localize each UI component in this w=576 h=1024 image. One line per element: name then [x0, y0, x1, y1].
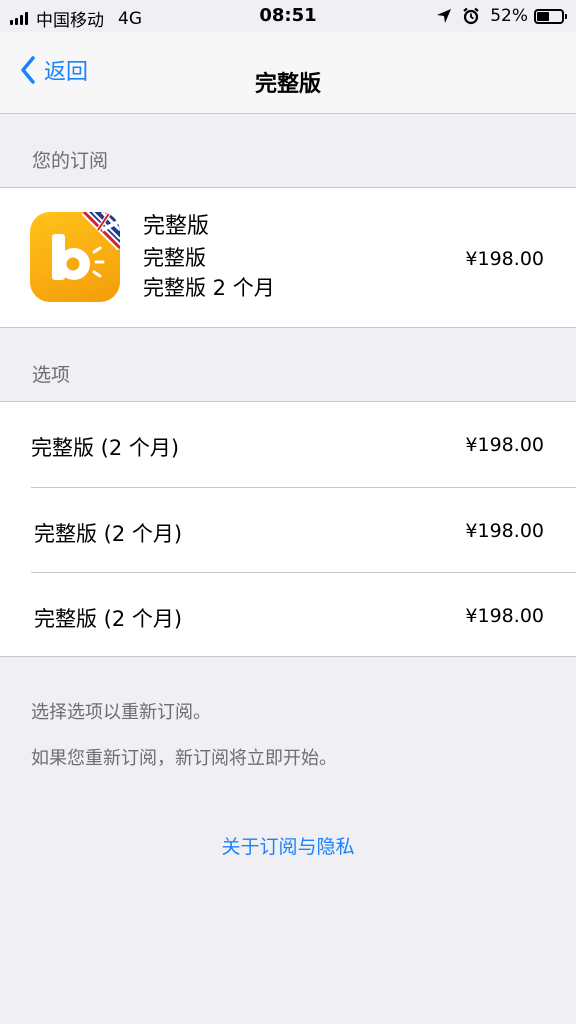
option-price: ¥198.00 [465, 434, 544, 456]
option-row[interactable]: 完整版 (2 个月) ¥198.00 [0, 488, 576, 573]
option-price: ¥198.00 [465, 605, 544, 627]
subscription-plan: 完整版 [143, 245, 206, 270]
subscription-duration: 完整版 2 个月 [143, 276, 275, 300]
battery-icon [534, 8, 567, 24]
location-arrow-icon [437, 9, 452, 23]
option-row[interactable]: 完整版 (2 个月) ¥198.00 [0, 573, 576, 658]
option-label: 完整版 (2 个月) [34, 607, 183, 631]
section-header-options: 选项 [32, 364, 71, 386]
option-row[interactable]: 完整版 (2 个月) ¥198.00 [0, 402, 576, 487]
option-label: 完整版 (2 个月) [31, 436, 180, 460]
uk-flag-icon [81, 212, 120, 251]
battery-percent: 52% [490, 6, 528, 26]
option-label: 完整版 (2 个月) [34, 522, 183, 546]
page-title: 完整版 [254, 72, 321, 97]
resubscribe-note: 如果您重新订阅，新订阅将立即开始。 [31, 748, 337, 769]
subscription-price: ¥198.00 [465, 248, 544, 270]
section-header-subscription: 您的订阅 [32, 150, 109, 172]
privacy-link[interactable]: 关于订阅与隐私 [0, 832, 576, 859]
battery-fill [537, 11, 550, 21]
resubscribe-hint: 选择选项以重新订阅。 [31, 702, 211, 723]
battery-cap [565, 13, 567, 19]
option-price: ¥198.00 [465, 520, 544, 542]
current-subscription-card: 完整版 完整版 完整版 2 个月 ¥198.00 [0, 187, 576, 328]
app-icon [30, 212, 120, 302]
subscription-details: 完整版 完整版 完整版 2 个月 [143, 212, 275, 304]
status-bar: 中国移动 4G 08:51 52% [0, 0, 576, 32]
navigation-bar: 返回 完整版 [0, 32, 576, 114]
subscription-name: 完整版 [143, 214, 210, 239]
status-right: 52% [436, 6, 567, 26]
options-list: 完整版 (2 个月) ¥198.00 完整版 (2 个月) ¥198.00 完整… [0, 401, 576, 657]
app-logo-icon [52, 212, 120, 280]
alarm-clock-icon [463, 7, 479, 25]
